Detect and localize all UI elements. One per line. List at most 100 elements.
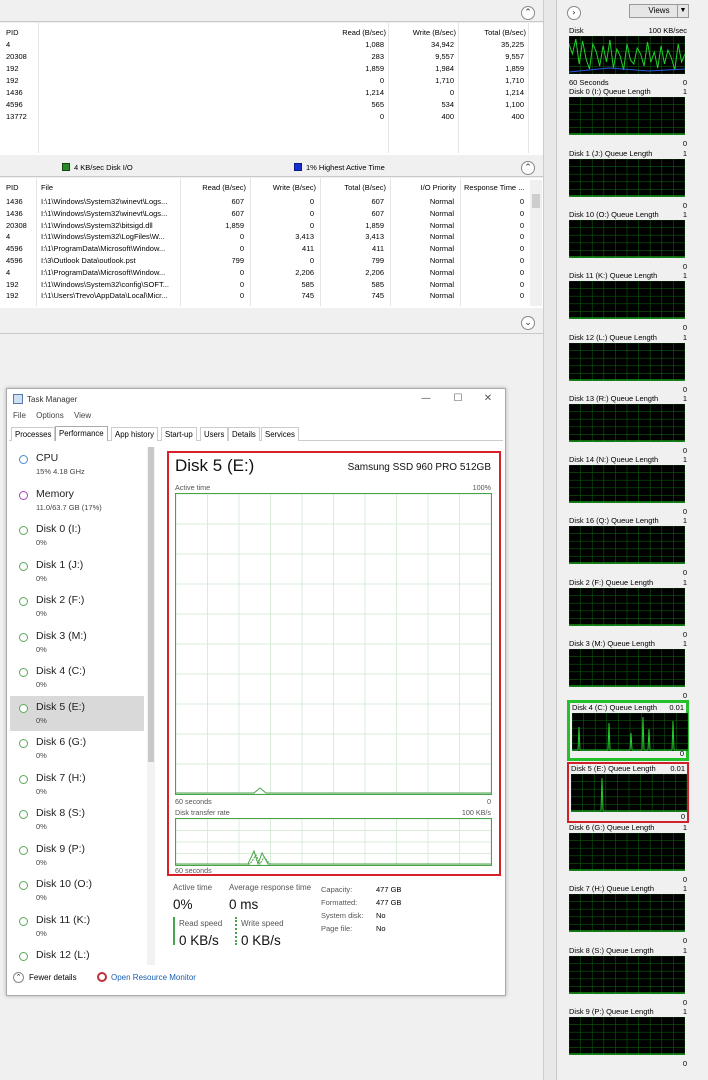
open-resource-monitor-link[interactable]: Open Resource Monitor <box>111 973 196 982</box>
col-read[interactable]: Read (B/sec) <box>330 28 386 37</box>
maximize-icon[interactable]: ☐ <box>451 393 465 405</box>
sidebar-item-disk-11-k[interactable]: Disk 11 (K:) 0% <box>10 909 144 944</box>
sidebar-item-disk-9-p[interactable]: Disk 9 (P:) 0% <box>10 838 144 873</box>
table-row[interactable]: 192 1,859 1,984 1,859 <box>0 63 530 75</box>
tab-start-up[interactable]: Start-up <box>161 427 197 441</box>
col-write[interactable]: Write (B/sec) <box>400 28 456 37</box>
table-row[interactable]: 20308 I:\1\Windows\System32\bitsigd.dll 1,… <box>0 220 530 232</box>
sidebar-item-disk-1-j[interactable]: Disk 1 (J:) 0% <box>10 554 144 589</box>
chevron-up-icon[interactable]: ⌃ <box>13 972 24 983</box>
table-row[interactable]: 192 0 1,710 1,710 <box>0 75 530 87</box>
sidebar-item-disk-6-g[interactable]: Disk 6 (G:) 0% <box>10 731 144 766</box>
cell-priority: Normal <box>429 291 454 301</box>
graph-title: Disk 13 (R:) Queue Length <box>569 393 659 403</box>
table-row[interactable]: 4 I:\1\ProgramData\Microsoft\Window... 0 2,… <box>0 267 530 279</box>
table-row[interactable]: 1436 1,214 0 1,214 <box>0 87 530 99</box>
chevron-up-icon[interactable]: ⌃ <box>521 6 535 20</box>
sidebar-item-label: Disk 4 (C:) <box>36 665 86 677</box>
processes-disk-header[interactable]: ⌃ <box>0 0 543 22</box>
sidebar-item-disk-0-i[interactable]: Disk 0 (I:) 0% <box>10 518 144 553</box>
menu-file[interactable]: File <box>13 411 26 420</box>
minimize-icon[interactable]: — <box>419 393 433 405</box>
col-pid[interactable]: PID <box>6 183 19 192</box>
col-write[interactable]: Write (B/sec) <box>250 183 316 192</box>
sidebar-item-disk-10-o[interactable]: Disk 10 (O:) 0% <box>10 873 144 908</box>
table-row[interactable]: 4596 I:\1\ProgramData\Microsoft\Window...… <box>0 243 530 255</box>
sidebar-item-label: Disk 9 (P:) <box>36 842 86 855</box>
sidebar-item-disk-4-c[interactable]: Disk 4 (C:) 0% <box>10 660 144 695</box>
cell-total: 745 <box>371 291 384 301</box>
scrollbar[interactable] <box>147 447 155 965</box>
close-icon[interactable]: ✕ <box>481 393 495 405</box>
disk-activity-header[interactable]: 4 KB/sec Disk I/O 1% Highest Active Time… <box>0 157 543 177</box>
tab-details[interactable]: Details <box>228 427 260 441</box>
tab-performance[interactable]: Performance <box>55 426 108 441</box>
sidebar-item-disk-7-h[interactable]: Disk 7 (H:) 0% <box>10 767 144 802</box>
col-total[interactable]: Total (B/sec) <box>470 28 526 37</box>
scrollbar-thumb[interactable] <box>532 194 540 208</box>
cell-write: 0 <box>309 197 314 206</box>
chevron-down-icon[interactable]: ⌄ <box>521 316 535 330</box>
table-header[interactable]: PID Read (B/sec) Write (B/sec) Total (B/… <box>0 27 530 39</box>
tab-processes[interactable]: Processes <box>11 427 56 441</box>
table-header[interactable]: PID File Read (B/sec) Write (B/sec) Tota… <box>0 182 530 194</box>
chevron-right-icon[interactable]: › <box>567 6 581 20</box>
table-row[interactable]: 4596 565 534 1,100 <box>0 99 530 111</box>
table-row[interactable]: 4596 I:\3\Outlook Data\outlook.pst 799 0 799… <box>0 255 530 267</box>
sidebar-item-disk-2-f[interactable]: Disk 2 (F:) 0% <box>10 589 144 624</box>
scrollbar[interactable] <box>530 180 542 306</box>
table-row[interactable]: 1436 I:\1\Windows\System32\winevt\Logs...… <box>0 196 530 208</box>
sidebar-item-disk-5-e[interactable]: Disk 5 (E:) 0% <box>10 695 144 731</box>
tab-app-history[interactable]: App history <box>111 427 159 441</box>
menu-options[interactable]: Options <box>36 411 64 420</box>
table-row[interactable]: 20308 283 9,557 9,557 <box>0 51 530 63</box>
sidebar-item-disk-12-l[interactable]: Disk 12 (L:) <box>10 944 144 965</box>
col-file[interactable]: File <box>41 183 53 192</box>
sixty-seconds-label: 60 seconds <box>175 797 212 806</box>
title-bar[interactable]: Task Manager — ☐ ✕ <box>7 389 505 411</box>
disk-title: Disk 5 (E:) <box>175 456 255 475</box>
fewer-details-link[interactable]: Fewer details <box>29 973 77 982</box>
col-response[interactable]: Response Time ... <box>464 183 524 192</box>
status-dot-icon <box>19 526 28 535</box>
system-disk-label: System disk: <box>321 911 364 920</box>
cell-file: I:\3\Outlook Data\outlook.pst <box>41 256 136 265</box>
table-row[interactable]: 4 1,088 34,942 35,225 <box>0 39 530 51</box>
graph-min: 0 <box>682 568 687 578</box>
tab-users[interactable]: Users <box>200 427 229 441</box>
chevron-up-icon[interactable]: ⌃ <box>521 161 535 175</box>
sidebar-item-disk-3-m[interactable]: Disk 3 (M:) 0% <box>10 625 144 660</box>
cell-write: 411 <box>302 244 314 254</box>
sidebar-item-memory[interactable]: Memory 11.0/63.7 GB (17%) <box>10 483 144 518</box>
status-dot-icon <box>19 845 28 855</box>
cell-response: 0 <box>519 220 524 230</box>
scrollbar-thumb[interactable] <box>148 447 154 762</box>
table-row[interactable]: 192 I:\1\Users\Trevo\AppData\Local\Micr..… <box>0 290 530 302</box>
scrollbar[interactable] <box>543 0 556 1080</box>
sidebar-item-cpu[interactable]: CPU 15% 4.18 GHz <box>10 447 144 482</box>
col-total[interactable]: Total (B/sec) <box>320 183 386 192</box>
sidebar-item-disk-8-s[interactable]: Disk 8 (S:) 0% <box>10 802 144 837</box>
sidebar-item-value: 0% <box>36 893 47 902</box>
graph-panel: › Views ▼ Disk 100 KB/sec 60 Seconds 0 Disk … <box>556 0 708 1080</box>
tab-services[interactable]: Services <box>261 427 299 441</box>
table-row[interactable]: 1436 I:\1\Windows\System32\winevt\Logs...… <box>0 208 530 220</box>
network-header[interactable]: ⌄ <box>0 312 543 334</box>
graph-plot <box>571 773 687 812</box>
read-speed-marker <box>173 917 175 945</box>
cell-read: 0 <box>239 279 244 289</box>
table-row[interactable]: 192 I:\1\Windows\System32\config\SOFT... 0… <box>0 279 530 291</box>
col-priority[interactable]: I/O Priority <box>392 183 456 192</box>
col-read[interactable]: Read (B/sec) <box>180 183 246 192</box>
cell-write: 2,206 <box>295 267 314 277</box>
cell-pid: 20308 <box>6 220 27 230</box>
table-row[interactable]: 13772 0 400 400 <box>0 111 530 123</box>
avg-response-value: 0 ms <box>229 897 259 912</box>
chevron-down-icon[interactable]: ▼ <box>677 4 689 18</box>
graph-plot <box>569 587 685 626</box>
menu-view[interactable]: View <box>74 411 91 420</box>
graph-max: 0.01 <box>669 703 684 713</box>
col-pid[interactable]: PID <box>6 28 19 37</box>
table-row[interactable]: 4 I:\1\Windows\System32\LogFiles\W... 0 3,4… <box>0 231 530 243</box>
status-dot-icon <box>19 455 28 464</box>
